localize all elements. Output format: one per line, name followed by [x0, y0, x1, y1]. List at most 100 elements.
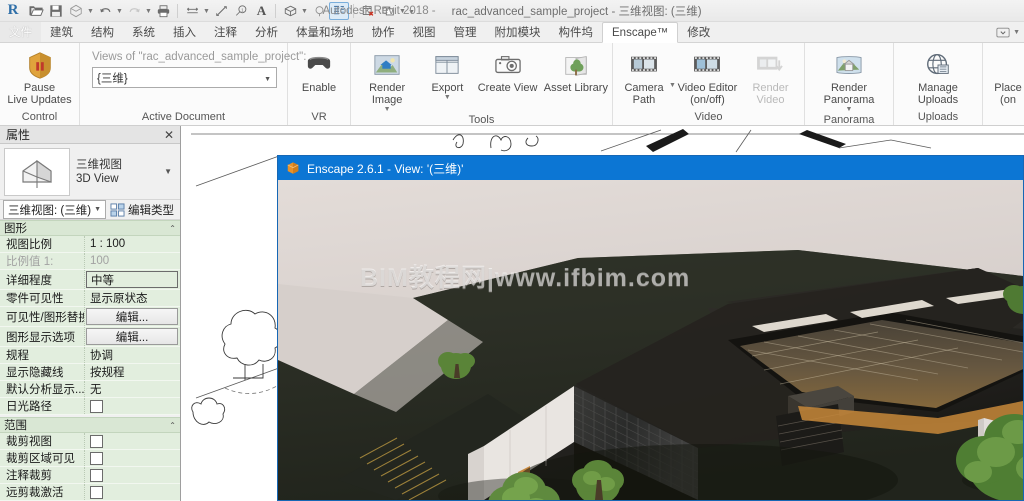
default-3d-view-dropdown-icon[interactable]: ▼	[300, 0, 309, 22]
far-clip-active-checkbox[interactable]	[90, 485, 103, 499]
open-icon[interactable]	[26, 0, 46, 22]
undo-dropdown-icon[interactable]: ▼	[115, 0, 124, 22]
active-document-combo-label: Views of "rac_advanced_sample_project":	[92, 51, 307, 63]
property-row[interactable]: 日光路径	[0, 398, 180, 415]
ribbon-minimize-icon[interactable]: ▼	[992, 22, 1024, 42]
property-group-header-extents[interactable]: 范围 ⌃	[0, 417, 180, 433]
print-icon[interactable]	[153, 0, 173, 22]
ribbon-tab-bar: 文件 建筑 结构 系统 插入 注释 分析 体量和场地 协作 视图 管理 附加模块…	[0, 22, 1024, 43]
ribbon-panel-uploads: Manage Uploads Uploads	[894, 43, 983, 125]
property-key: 视图比例	[0, 236, 85, 252]
pause-live-updates-icon	[25, 49, 55, 81]
switch-windows-icon[interactable]	[378, 0, 398, 22]
undo-icon[interactable]	[95, 0, 115, 22]
tab-systems[interactable]: 系统	[123, 22, 164, 42]
section-icon[interactable]	[309, 0, 329, 22]
measure-dropdown-icon[interactable]: ▼	[202, 0, 211, 22]
manage-uploads-button[interactable]: Manage Uploads	[896, 47, 980, 106]
camera-path-button[interactable]: Camera Path	[615, 47, 673, 106]
render-video-button: Render Video	[739, 47, 802, 106]
properties-type-selector[interactable]: 三维视图 3D View ▼	[0, 144, 180, 200]
video-editor-label: Video Editor (on/off)	[677, 82, 738, 106]
enscape-title-bar[interactable]: Enscape 2.6.1 - View: '(三维)'	[278, 156, 1023, 180]
chevron-up-icon[interactable]: ⌃	[169, 224, 176, 233]
property-row[interactable]: 远剪裁激活	[0, 484, 180, 501]
enscape-window[interactable]: Enscape 2.6.1 - View: '(三维)' BIM教程网|www.…	[277, 155, 1024, 501]
revit-logo-icon[interactable]: R	[0, 0, 26, 22]
create-view-button[interactable]: Create View	[473, 47, 541, 94]
active-document-view-select[interactable]: {三维} ▼	[92, 67, 277, 88]
export-dropdown-icon[interactable]: ▼	[444, 94, 451, 101]
property-value-container	[85, 484, 180, 500]
thin-lines-icon[interactable]	[329, 1, 349, 20]
property-group-header-graphics[interactable]: 图形 ⌃	[0, 220, 180, 236]
default-3d-view-icon[interactable]	[280, 0, 300, 22]
tab-addins[interactable]: 附加模块	[486, 22, 550, 42]
tab-structure[interactable]: 结构	[82, 22, 123, 42]
measure-icon[interactable]	[182, 0, 202, 22]
property-key: 裁剪视图	[0, 433, 85, 449]
properties-instance-select[interactable]: 三维视图: (三维) ▼	[3, 200, 106, 219]
render-image-button[interactable]: Render Image ▼	[353, 47, 421, 113]
annotation-crop-checkbox[interactable]	[90, 468, 103, 482]
property-row[interactable]: 规程 协调	[0, 347, 180, 364]
property-row[interactable]: 裁剪区域可见	[0, 450, 180, 467]
ribbon-panel-place: Place (on	[983, 43, 1024, 125]
edit-type-button[interactable]: 编辑类型	[110, 202, 177, 218]
property-row[interactable]: 图形显示选项 编辑...	[0, 327, 180, 347]
property-row[interactable]: 注释裁剪	[0, 467, 180, 484]
tab-collaborate[interactable]: 协作	[363, 22, 404, 42]
chevron-down-icon[interactable]: ▼	[164, 167, 176, 176]
crop-region-visible-checkbox[interactable]	[90, 451, 103, 465]
tab-manage[interactable]: 管理	[445, 22, 486, 42]
tab-modify[interactable]: 修改	[678, 22, 719, 42]
tab-goujianwu[interactable]: 构件坞	[550, 22, 603, 42]
tab-analyze-label: 分析	[255, 27, 278, 39]
tab-insert[interactable]: 插入	[164, 22, 205, 42]
vr-enable-button[interactable]: Enable	[290, 47, 348, 94]
tab-view[interactable]: 视图	[404, 22, 445, 42]
sun-path-checkbox[interactable]	[90, 399, 103, 413]
detail-level-input[interactable]: 中等	[86, 271, 178, 288]
redo-dropdown-icon[interactable]: ▼	[144, 0, 153, 22]
vr-headset-icon	[304, 49, 334, 81]
camera-path-label: Camera Path	[624, 82, 664, 106]
property-row[interactable]: 裁剪视图	[0, 433, 180, 450]
property-row[interactable]: 零件可见性 显示原状态	[0, 290, 180, 307]
crop-view-checkbox[interactable]	[90, 434, 103, 448]
redo-icon[interactable]	[124, 0, 144, 22]
tab-annotate[interactable]: 注释	[205, 22, 246, 42]
export-button[interactable]: Export ▼	[421, 47, 473, 101]
tag-icon[interactable]: 1	[231, 0, 251, 22]
switch-windows-dropdown-icon[interactable]: ▼	[398, 0, 407, 22]
property-row[interactable]: 视图比例 1 : 100	[0, 236, 180, 253]
close-icon[interactable]: ✕	[164, 128, 174, 142]
save-icon[interactable]	[46, 0, 66, 22]
panel-title-video: Video	[694, 111, 723, 123]
asset-library-button[interactable]: Asset Library	[542, 47, 610, 94]
pause-live-updates-button[interactable]: Pause Live Updates	[2, 47, 77, 106]
graphic-display-options-edit-button[interactable]: 编辑...	[86, 328, 178, 345]
render-panorama-button[interactable]: Render Panorama ▼	[807, 47, 891, 113]
save-as-dropdown-icon[interactable]: ▼	[86, 0, 95, 22]
camera-path-dropdown-icon[interactable]: ▼	[669, 64, 676, 89]
tab-architecture[interactable]: 建筑	[41, 22, 82, 42]
property-row[interactable]: 可见性/图形替换 编辑...	[0, 307, 180, 327]
tab-analyze[interactable]: 分析	[246, 22, 287, 42]
chevron-up-icon[interactable]: ⌃	[169, 421, 176, 430]
customize-qat-icon[interactable]: ▼	[407, 0, 416, 22]
tab-enscape[interactable]: Enscape™	[602, 22, 679, 43]
video-editor-button[interactable]: Video Editor (on/off)	[676, 47, 739, 106]
text-icon[interactable]: A	[251, 0, 271, 22]
tab-file[interactable]: 文件	[0, 22, 41, 42]
property-row[interactable]: 详细程度 中等	[0, 270, 180, 290]
visibility-graphics-edit-button[interactable]: 编辑...	[86, 308, 178, 325]
property-row[interactable]: 显示隐藏线 按规程	[0, 364, 180, 381]
close-hidden-windows-icon[interactable]	[358, 0, 378, 22]
place-button[interactable]: Place (on	[985, 47, 1024, 106]
aligned-dimension-icon[interactable]	[211, 0, 231, 22]
tab-massing-site[interactable]: 体量和场地	[287, 22, 363, 42]
save-as-icon[interactable]	[66, 0, 86, 22]
property-row[interactable]: 默认分析显示... 无	[0, 381, 180, 398]
enscape-viewport[interactable]: BIM教程网|www.ifbim.com	[278, 180, 1023, 500]
